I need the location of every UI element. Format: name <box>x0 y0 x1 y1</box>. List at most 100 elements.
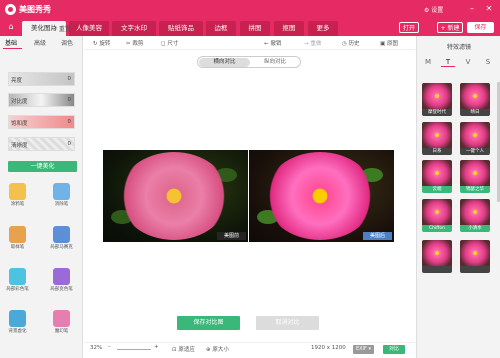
filter-label: 晴日 <box>460 109 490 116</box>
tool-local-mosaic[interactable]: 局部马赛克 <box>49 226 74 250</box>
tool-local-color-pen[interactable]: 局部彩色笔 <box>5 268 30 292</box>
tool-eraser-pen[interactable]: 消除笔 <box>49 183 74 207</box>
tool-doodle-pen[interactable]: 涂鸦笔 <box>5 183 30 207</box>
doodle-pen-icon <box>9 183 26 200</box>
fit-window-button[interactable]: ⊡ 原适应 <box>172 345 195 353</box>
subtab-advanced[interactable]: 高级 <box>34 38 46 47</box>
zoom-in-button[interactable]: + <box>154 344 159 350</box>
size-button[interactable]: ◻ 尺寸 <box>161 39 178 47</box>
filter-thumb[interactable] <box>460 240 490 273</box>
original-button[interactable]: ▣ 原图 <box>380 39 398 47</box>
filter-label: 摩登时代 <box>422 109 452 116</box>
zoom-out-button[interactable]: – <box>108 344 111 350</box>
one-key-beautify-button[interactable]: 一键美化 <box>8 161 77 172</box>
tab-portrait[interactable]: 人像美容 <box>69 21 109 36</box>
filter-preview <box>422 83 452 109</box>
tab-stickers[interactable]: 贴纸饰品 <box>159 21 203 36</box>
subtab-color[interactable]: 调色 <box>61 38 73 47</box>
compare-button[interactable]: 对比 <box>383 345 405 354</box>
local-color-pen-icon <box>9 268 26 285</box>
filter-thumb[interactable]: 摩登时代 <box>422 83 452 116</box>
minimize-button[interactable]: – <box>467 4 477 13</box>
home-icon[interactable]: ⌂ <box>3 19 19 36</box>
saturation-slider[interactable]: 饱和度 0 <box>8 115 75 129</box>
filter-preview <box>422 199 452 225</box>
settings-button[interactable]: ⚙ 设置 <box>424 5 443 14</box>
zoom-level: 32% <box>90 345 103 351</box>
image-dimensions: 1920 x 1200 <box>311 345 346 351</box>
exif-button[interactable]: EXIF ▾ <box>353 345 374 354</box>
tool-label: 局部彩色笔 <box>6 287 29 292</box>
tab-frame[interactable]: 边框 <box>206 21 236 36</box>
contrast-slider[interactable]: 对比度 0 <box>8 93 75 107</box>
filter-thumb[interactable]: 日系 <box>422 122 452 155</box>
rotate-button[interactable]: ↻ 旋转 <box>93 39 110 47</box>
filter-thumb[interactable] <box>422 240 452 273</box>
nav-bar: ⌂ 美化图片 人像美容 文字水印 贴纸饰品 边框 拼图 抠图 更多 打开 + 新… <box>0 19 500 36</box>
new-button[interactable]: + 新建 <box>437 22 463 33</box>
vertical-compare-option[interactable]: 纵向对比 <box>250 58 300 67</box>
tool-label: 涂鸦笔 <box>10 202 25 207</box>
cancel-compare-button[interactable]: 取消对比 <box>256 316 319 330</box>
tool-magic-pen[interactable]: 魔幻笔 <box>49 310 74 334</box>
clarity-value: 0 <box>67 141 72 147</box>
close-button[interactable]: ✕ <box>484 4 494 13</box>
contrast-value: 0 <box>67 97 72 103</box>
clarity-slider[interactable]: 清晰度 0 <box>8 137 75 151</box>
tab-text-watermark[interactable]: 文字水印 <box>112 21 156 36</box>
flower-shape <box>119 152 229 240</box>
actual-size-button[interactable]: ⊕ 原大小 <box>206 345 229 353</box>
horizontal-compare-option[interactable]: 横向对比 <box>199 58 250 67</box>
after-image: 美图后 <box>249 150 394 242</box>
tool-local-recolor-pen[interactable]: 局部变色笔 <box>49 268 74 292</box>
title-bar: 美图秀秀 ⚙ 设置 – ✕ <box>0 0 500 19</box>
background-blur-icon <box>9 310 26 327</box>
saturation-label: 饱和度 <box>11 121 28 127</box>
filter-preview <box>460 160 490 186</box>
tab-cutout[interactable]: 抠图 <box>274 21 304 36</box>
reset-button[interactable]: ↺ 重置 <box>52 24 71 33</box>
filter-tab-v[interactable]: V <box>461 58 475 66</box>
filter-thumb[interactable]: Chiffon <box>422 199 452 232</box>
filter-label <box>460 266 490 273</box>
filter-preview <box>460 199 490 225</box>
redo-button[interactable]: → 重做 <box>304 39 321 47</box>
saturation-value: 0 <box>67 119 72 125</box>
filter-thumb[interactable]: 云端 <box>422 160 452 193</box>
app-title: 美图秀秀 <box>19 5 51 14</box>
tab-collage[interactable]: 拼图 <box>240 21 270 36</box>
filter-thumb[interactable]: 锦瑟之华 <box>460 160 490 193</box>
magic-pen-icon <box>53 310 70 327</box>
filter-thumb[interactable]: 小清水 <box>460 199 490 232</box>
tool-background-blur[interactable]: 背景虚化 <box>5 310 30 334</box>
filter-thumb[interactable]: 晴日 <box>460 83 490 116</box>
eraser-pen-icon <box>53 183 70 200</box>
after-label: 美图后 <box>363 232 392 240</box>
zoom-slider[interactable] <box>117 349 151 350</box>
undo-button[interactable]: ← 撤销 <box>264 39 281 47</box>
filter-tab-t[interactable]: T <box>441 58 455 67</box>
filter-thumb[interactable]: 一键个人 <box>460 122 490 155</box>
crop-button[interactable]: ✂ 裁剪 <box>126 39 143 47</box>
filter-tab-s[interactable]: S <box>481 58 495 66</box>
contrast-label: 对比度 <box>11 99 28 105</box>
tool-label: 局部马赛克 <box>50 245 73 250</box>
save-button[interactable]: 保存 <box>467 22 494 33</box>
tool-clone-pen[interactable]: 取样笔 <box>5 226 30 250</box>
filter-preview <box>460 122 490 148</box>
tab-more[interactable]: 更多 <box>308 21 338 36</box>
open-button[interactable]: 打开 <box>399 22 419 33</box>
filter-preview <box>460 240 490 266</box>
brightness-slider[interactable]: 亮度 0 <box>8 72 75 86</box>
filter-tab-m[interactable]: M <box>421 58 435 66</box>
before-image: 美图前 <box>103 150 248 242</box>
history-button[interactable]: ◷ 历史 <box>342 39 360 47</box>
subtab-basic[interactable]: 基础 <box>5 38 17 47</box>
filter-label <box>422 266 452 273</box>
filter-label: 锦瑟之华 <box>460 186 490 193</box>
tool-label: 背景虚化 <box>8 329 27 334</box>
filter-label: 小清水 <box>460 225 490 232</box>
save-compare-button[interactable]: 保存对比图 <box>177 316 240 330</box>
filter-preview <box>460 83 490 109</box>
clone-pen-icon <box>9 226 26 243</box>
